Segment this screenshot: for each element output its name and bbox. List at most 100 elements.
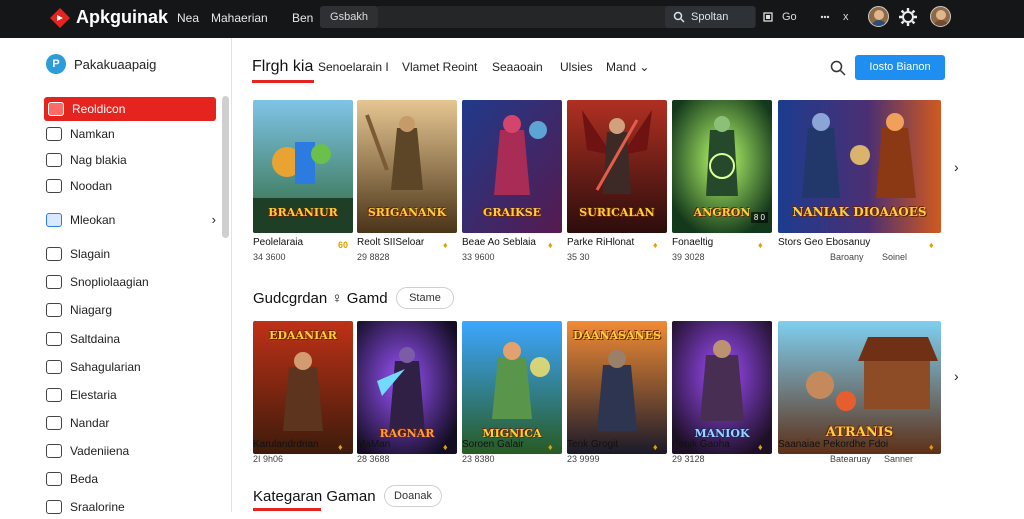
card-subtitle: 33 9600 [462,252,495,262]
card-title[interactable]: Soroen Galair [462,439,524,450]
top-link-2[interactable]: Mahaerian [211,11,268,25]
tab-4[interactable]: Seaaoain [492,60,543,74]
game-card[interactable]: ATRANIS [778,321,941,454]
game-card[interactable]: GRAIKSE [462,100,562,233]
card-subtitle: Baroany [830,252,864,262]
tab-2[interactable]: Senoelarain I [318,60,389,74]
search-scope-pill[interactable]: Gsbakh [320,6,378,28]
nav-icon [46,416,62,430]
search-button-label: Spoltan [691,11,729,23]
app-logo-icon[interactable] [48,6,72,30]
sidebar-item-label: Nandar [70,416,110,430]
active-tab-indicator [252,80,314,83]
game-card[interactable]: SRIGANANK [357,100,457,233]
profile-avatar[interactable] [930,6,951,27]
section-title: Kategaran Gaman [253,488,376,505]
nav-icon [48,102,64,116]
nav-icon [46,247,62,261]
card-subtitle: 35 30 [567,252,590,262]
tab-6[interactable]: Mand ⌄ [606,60,649,74]
sidebar-item-7[interactable]: Snopliolaagian [44,270,216,294]
row-next-arrow-icon[interactable]: › [954,159,959,175]
sidebar-item-11[interactable]: Elestaria [44,383,216,407]
top-link-1[interactable]: Nea [177,11,199,25]
game-card[interactable]: NANIAK DIOAAOES [778,100,941,233]
brand-icon: P [46,54,66,74]
game-card[interactable]: DAANASANES [567,321,667,454]
sidebar-item-5[interactable]: Mleokan › [44,208,216,232]
card-title[interactable]: Peolelaraia [253,237,303,248]
card-art-title: SRIGANANK [367,206,447,219]
game-card[interactable]: EDAANIAR [253,321,353,454]
sidebar-item-label: Mleokan [70,213,116,227]
card-title[interactable]: Reolt SIISeloar [357,237,424,248]
card-art-title: NANIAK DIOAAOES [792,205,927,219]
game-card[interactable]: MANIOK [672,321,772,454]
game-card[interactable]: MIGNICA [462,321,562,454]
sidebar-item-15[interactable]: Sraalorine [44,495,216,519]
tab-1[interactable]: Flrgh kia [252,58,313,76]
dots-icon[interactable] [820,12,830,22]
sidebar-item-label: Saltdaina [70,332,121,346]
card-subtitle: 23 8380 [462,454,495,464]
card-title[interactable]: Penik Gaoha [672,439,730,450]
card-title[interactable]: Karulandrdrian [253,439,319,450]
search-button[interactable]: Spoltan [665,6,755,28]
sidebar-item-12[interactable]: Nandar [44,411,216,435]
sidebar-item-label: Niagarg [70,303,113,317]
rating-badge: ♦ [653,240,658,250]
sidebar-item-13[interactable]: Vadeniiena [44,439,216,463]
sidebar-item-9[interactable]: Saltdaina [44,327,216,351]
sidebar-item-6[interactable]: Slagain [44,242,216,266]
rating-badge: ♦ [338,442,343,452]
sidebar-scrollbar[interactable] [222,96,229,238]
top-go-label[interactable]: Go [782,11,797,23]
game-card[interactable]: BRAANIUR [253,100,353,233]
tab-3[interactable]: Vlamet Reoint [402,60,477,74]
sidebar-item-label: Elestaria [70,388,117,402]
nav-icon [46,303,62,317]
sidebar-item-10[interactable]: Sahagularian [44,355,216,379]
game-card[interactable]: SURICALAN [567,100,667,233]
tab-5[interactable]: Ulsies [560,60,593,74]
sidebar-item-2[interactable]: Namkan [44,122,216,146]
close-icon[interactable]: x [843,11,849,23]
card-art-title: BRAANIUR [268,206,338,219]
sidebar-item-3[interactable]: Nag blakia [44,148,216,172]
card-title[interactable]: Parke RiHlonat [567,237,634,248]
row-next-arrow-icon[interactable]: › [954,368,959,384]
card-title[interactable]: Saanaiae Pekordhe Fdoi [778,439,888,450]
rating-badge: ♦ [758,442,763,452]
sidebar-item-14[interactable]: Beda [44,467,216,491]
rating-badge: 60 [338,240,349,250]
search-icon[interactable] [829,59,847,77]
card-title[interactable]: MaMan [357,439,390,450]
card-title[interactable]: Beae Ao Seblaia [462,237,536,248]
card-title[interactable]: Fonaeltig [672,237,713,248]
sidebar-brand[interactable]: P Pakakuaapaig [46,54,156,74]
game-card[interactable]: ANGRON 8 0 [672,100,772,233]
nav-icon [46,275,62,289]
sidebar-item-8[interactable]: Niagarg [44,298,216,322]
user-avatar[interactable] [868,6,889,27]
card-subtitle: 23 9999 [567,454,600,464]
game-card[interactable]: RAGNAR [357,321,457,454]
primary-action-button[interactable]: Iosto Bianon [855,55,945,80]
nav-icon [46,472,62,486]
card-title[interactable]: Stors Geo Ebosanuy [778,237,870,248]
app-logo-text[interactable]: Apkguinak [76,7,168,28]
section-title: Gudcgrdan ♀ Gamd [253,290,388,307]
card-title[interactable]: Tenk Grogit [567,439,618,450]
sidebar-item-1[interactable]: Reoldicon [44,97,216,121]
section-filter-pill[interactable]: Doanak [384,485,442,507]
card-subtitle: 28 3688 [357,454,390,464]
card-subtitle-2: Sanner [884,454,914,464]
gear-icon[interactable] [898,7,918,27]
section-filter-pill[interactable]: Stame [396,287,454,309]
sidebar-item-label: Vadeniiena [70,444,130,458]
search-icon [673,11,685,23]
calendar-icon[interactable] [763,12,773,22]
top-link-3[interactable]: Ben [292,11,313,25]
rating-badge: ♦ [443,442,448,452]
sidebar-item-4[interactable]: Noodan [44,174,216,198]
